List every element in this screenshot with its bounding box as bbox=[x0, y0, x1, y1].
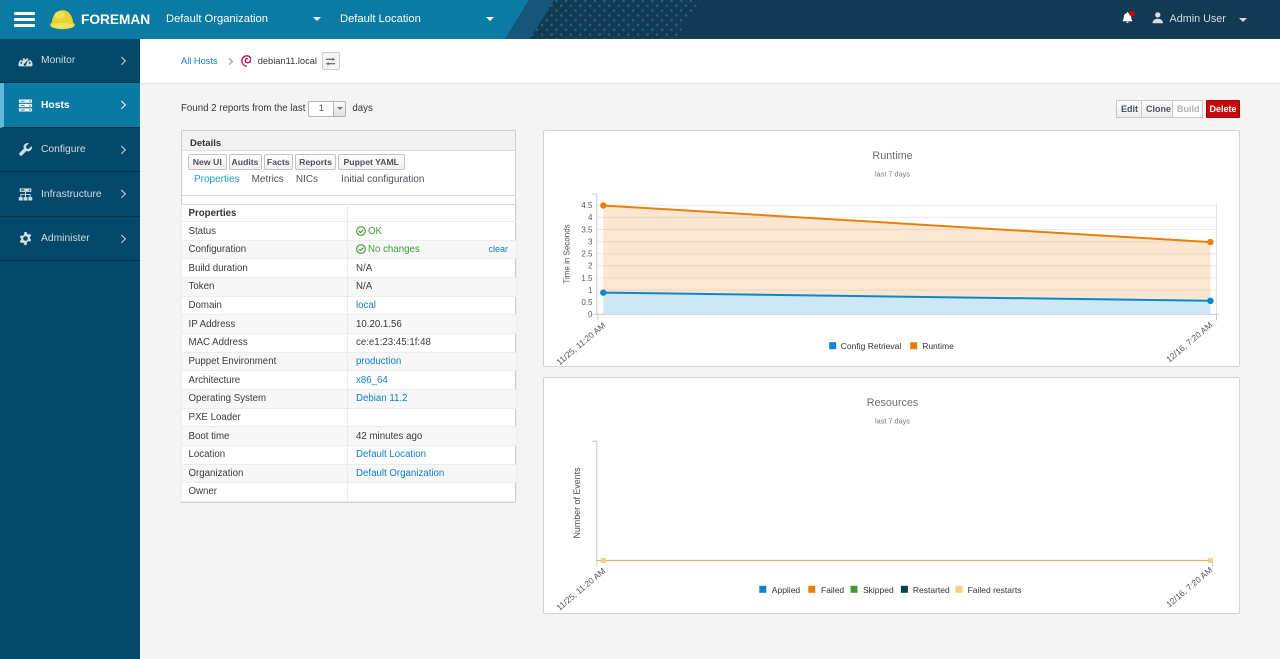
svg-text:last 7 days: last 7 days bbox=[875, 169, 910, 178]
svg-text:2: 2 bbox=[588, 262, 593, 271]
svg-text:2.5: 2.5 bbox=[581, 250, 593, 259]
svg-text:3.5: 3.5 bbox=[581, 225, 593, 234]
svg-text:Skipped: Skipped bbox=[863, 585, 894, 595]
svg-text:Resources: Resources bbox=[867, 397, 919, 409]
svg-text:Restarted: Restarted bbox=[913, 585, 950, 595]
svg-text:Runtime: Runtime bbox=[922, 341, 954, 351]
svg-text:12/16, 7:20 AM: 12/16, 7:20 AM bbox=[1164, 320, 1214, 364]
svg-text:3: 3 bbox=[588, 237, 593, 246]
svg-text:11/25, 11:20 AM: 11/25, 11:20 AM bbox=[554, 566, 607, 613]
svg-text:last 7 days: last 7 days bbox=[875, 416, 910, 425]
svg-text:11/25, 11:20 AM: 11/25, 11:20 AM bbox=[554, 320, 607, 366]
svg-text:12/16, 7:20 AM: 12/16, 7:20 AM bbox=[1164, 565, 1214, 609]
svg-text:Number of Events: Number of Events bbox=[572, 467, 582, 539]
svg-text:Time in Seconds: Time in Seconds bbox=[562, 224, 571, 283]
svg-text:1: 1 bbox=[588, 286, 593, 295]
svg-text:Config Retrieval: Config Retrieval bbox=[841, 341, 902, 351]
svg-text:Failed restarts: Failed restarts bbox=[968, 585, 1022, 595]
svg-text:1.5: 1.5 bbox=[581, 274, 593, 283]
svg-text:0: 0 bbox=[588, 310, 593, 319]
svg-text:4: 4 bbox=[588, 213, 593, 222]
svg-text:Failed: Failed bbox=[821, 585, 844, 595]
svg-text:0.5: 0.5 bbox=[581, 298, 593, 307]
svg-text:Applied: Applied bbox=[772, 585, 801, 595]
svg-text:4.5: 4.5 bbox=[581, 201, 593, 210]
svg-text:Runtime: Runtime bbox=[872, 150, 912, 162]
